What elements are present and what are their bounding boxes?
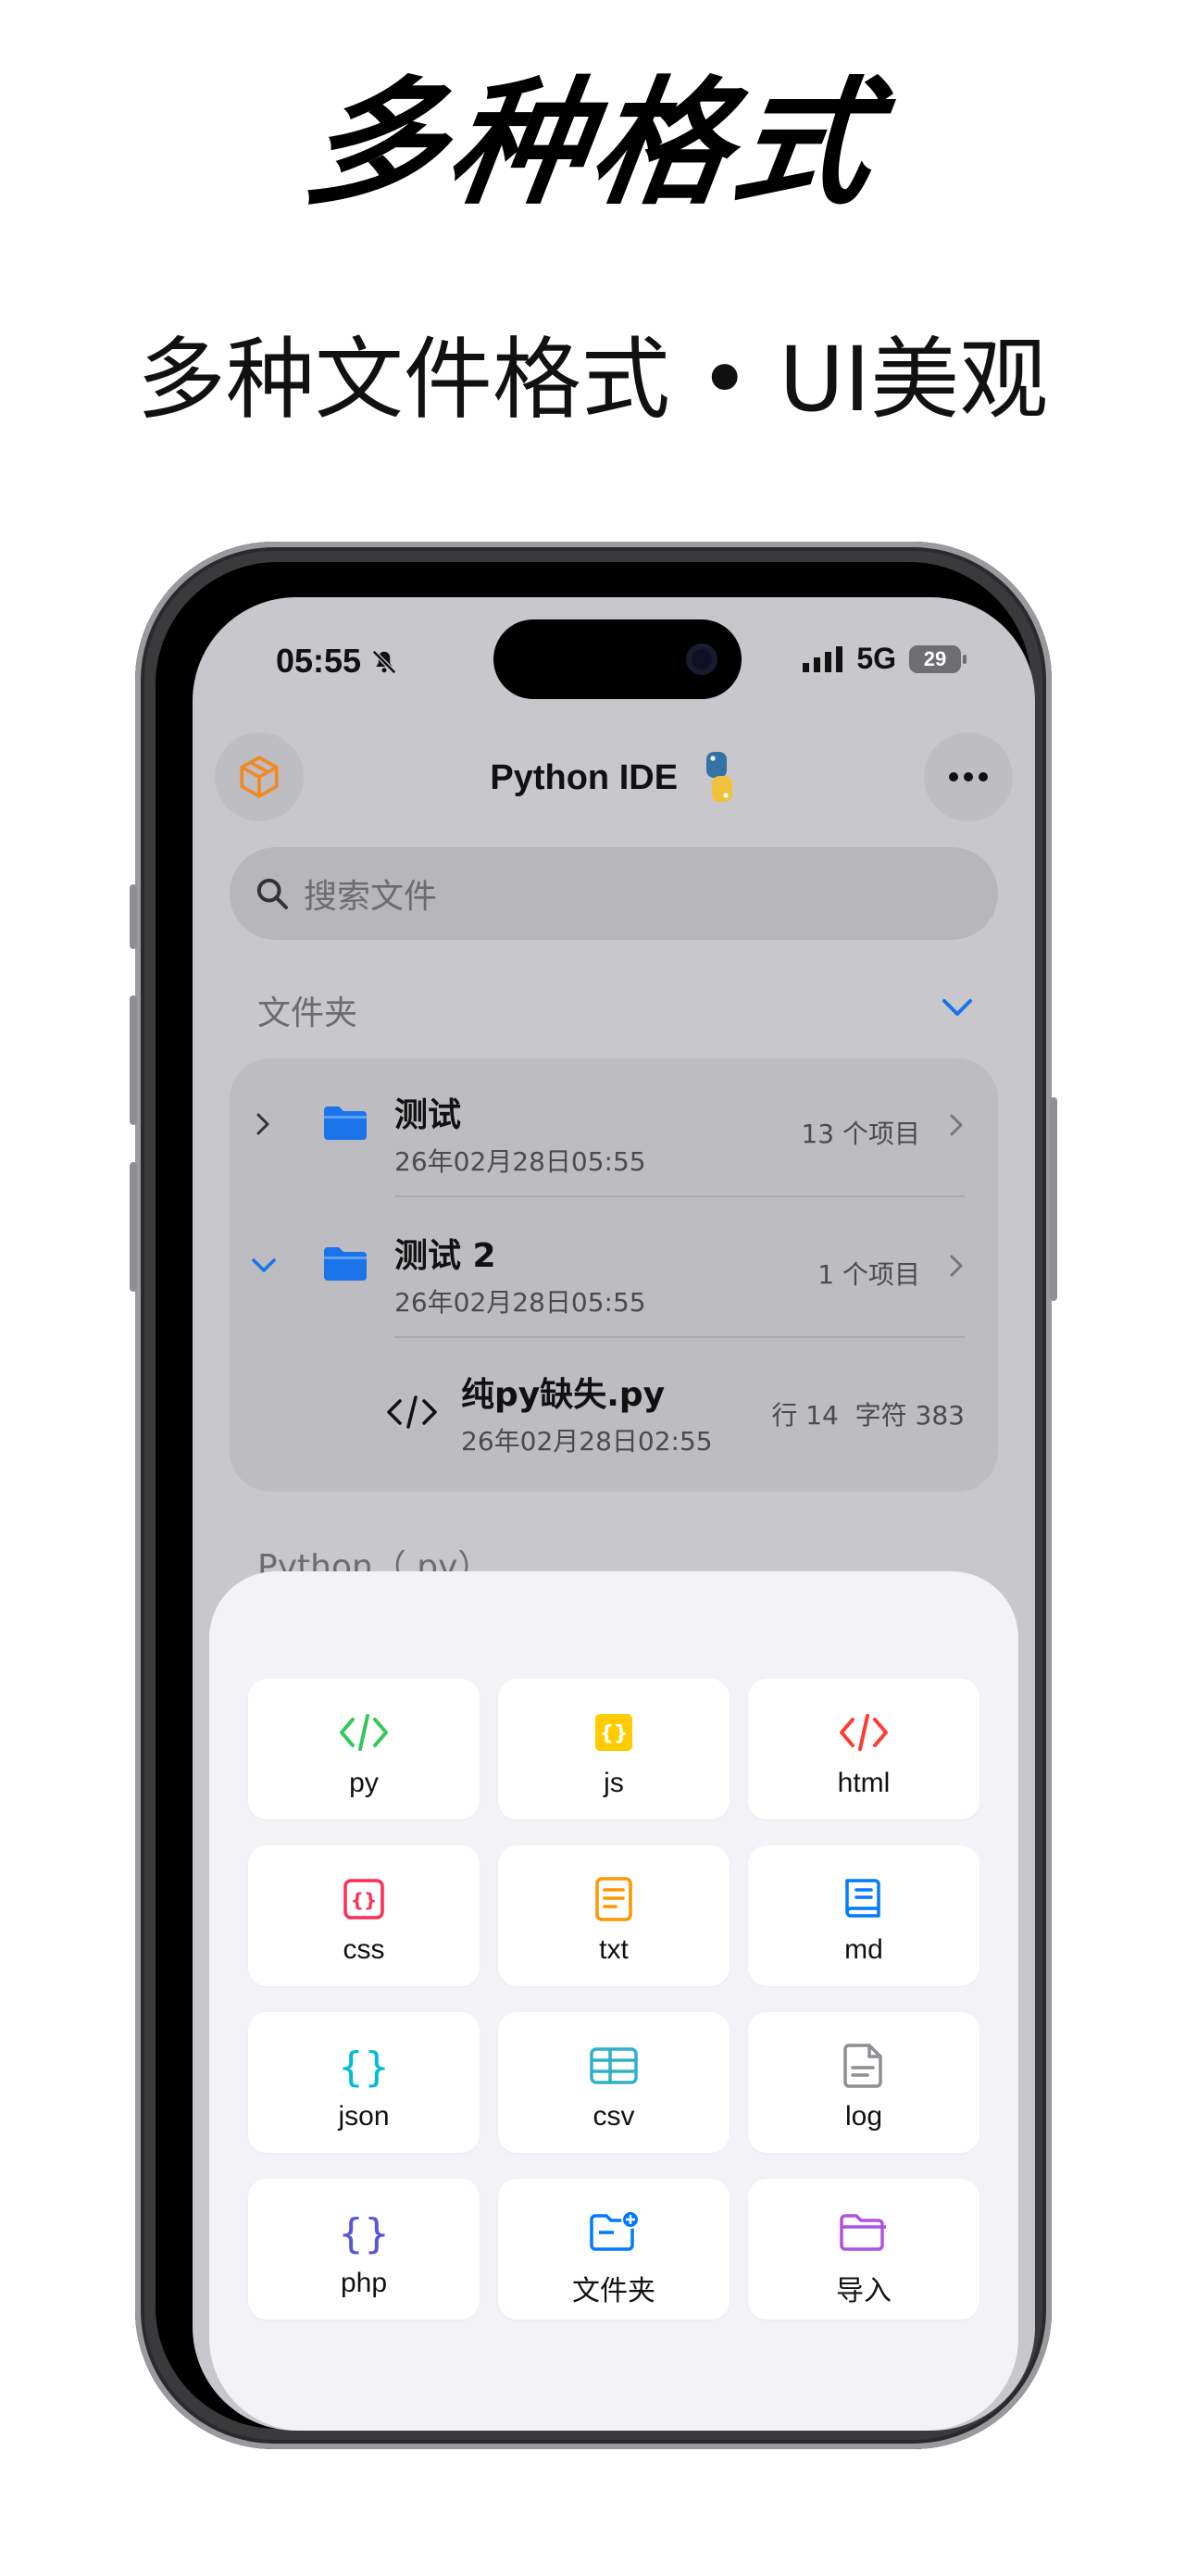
divider (394, 1336, 965, 1338)
braces-square-icon: {} (343, 1879, 384, 1919)
nav-title-group: Python IDE (193, 750, 1035, 806)
braces-icon: {} (338, 2044, 390, 2091)
tile-log[interactable]: log (748, 2012, 979, 2153)
volume-up-button (130, 995, 137, 1125)
document-icon (843, 2044, 882, 2088)
code-icon (340, 1714, 388, 1751)
file-row[interactable]: 纯py缺失.py 26年02月28日02:55 行 14 字符 383 (230, 1340, 998, 1479)
chevron-right-icon[interactable] (948, 1253, 965, 1279)
file-name: 纯py缺失.py (461, 1376, 666, 1414)
headline: 多种格式 (295, 64, 890, 223)
folder-row-test2[interactable]: 测试 2 26年02月28日05:55 1 个项目 (230, 1199, 998, 1338)
tile-css[interactable]: {} css (248, 1845, 480, 1986)
tile-label: txt (599, 1934, 629, 1965)
bell-slash-icon (372, 649, 397, 675)
tile-label: php (340, 2268, 388, 2298)
status-time: 05:55 (276, 642, 398, 681)
folder-icon (324, 1247, 367, 1281)
chevron-right-icon[interactable] (254, 1110, 272, 1138)
chevron-down-icon[interactable] (250, 1257, 278, 1275)
svg-text:{}: {} (338, 2044, 390, 2091)
tile-label: html (837, 1768, 891, 1798)
tile-new-folder[interactable]: 文件夹 (498, 2179, 730, 2320)
folder-add-icon (590, 2210, 640, 2251)
search-input[interactable]: 搜索文件 (304, 869, 437, 918)
ellipsis-icon (949, 772, 988, 782)
nav-title: Python IDE (490, 758, 679, 797)
folder-item-count: 13 个项目 (801, 1119, 920, 1149)
search-icon (256, 878, 288, 909)
python-logo-icon (705, 752, 732, 802)
svg-text:{}: {} (599, 1722, 628, 1745)
tile-label: json (338, 2101, 390, 2132)
chevron-down-icon[interactable] (939, 994, 976, 1019)
folder-date: 26年02月28日05:55 (394, 1287, 646, 1318)
tile-csv[interactable]: csv (498, 2012, 730, 2153)
folder-row-test[interactable]: 测试 26年02月28日05:55 13 个项目 (230, 1058, 998, 1197)
braces-badge-icon: {} (595, 1714, 632, 1751)
tile-js[interactable]: {} js (498, 1679, 730, 1819)
tile-txt[interactable]: txt (498, 1845, 730, 1986)
more-button[interactable] (924, 732, 1013, 821)
tile-label: js (604, 1768, 624, 1798)
folder-icon (324, 1107, 367, 1140)
tile-label: py (349, 1768, 379, 1798)
tile-label: log (844, 2101, 883, 2132)
folder-item-count: 1 个项目 (817, 1259, 920, 1290)
camera-icon (686, 644, 717, 675)
tile-import[interactable]: 导入 (748, 2179, 979, 2320)
svg-text:{}: {} (338, 2210, 390, 2257)
search-bar[interactable]: 搜索文件 (230, 847, 998, 940)
subheadline: 多种文件格式 • UI美观 (136, 328, 1049, 431)
divider (394, 1195, 965, 1197)
tile-html[interactable]: html (748, 1679, 979, 1819)
tile-label: md (844, 1934, 883, 1965)
status-time-text: 05:55 (276, 642, 362, 680)
network-label: 5G (856, 642, 896, 675)
folder-list: 测试 26年02月28日05:55 13 个项目 测试 2 26年02月28日0… (230, 1058, 998, 1492)
folder-name: 测试 2 (394, 1237, 496, 1275)
action-button (130, 884, 137, 949)
code-icon (840, 1714, 888, 1751)
app-screen: 05:55 5G 29 Python IDE 搜索文件 文件夹 测试 26年02… (193, 597, 1035, 2431)
folder-date: 26年02月28日05:55 (394, 1146, 646, 1177)
tile-php[interactable]: {} php (248, 2179, 480, 2320)
dynamic-island (493, 619, 742, 699)
file-date: 26年02月28日02:55 (461, 1426, 713, 1457)
tile-label: 文件夹 (572, 2276, 655, 2307)
folder-name: 测试 (394, 1096, 462, 1134)
tile-label: 导入 (836, 2276, 892, 2307)
phone-bezel: 05:55 5G 29 Python IDE 搜索文件 文件夹 测试 26年02… (156, 562, 1035, 2431)
chevron-right-icon[interactable] (948, 1112, 965, 1138)
battery-icon: 29 (909, 644, 967, 673)
svg-text:{}: {} (351, 1889, 377, 1911)
status-indicators: 5G 29 (803, 642, 967, 676)
signal-icon (803, 645, 843, 672)
tile-md[interactable]: md (748, 1845, 979, 1986)
folder-icon (840, 2214, 886, 2251)
tile-label: csv (592, 2101, 635, 2132)
document-text-icon (595, 1877, 632, 1921)
nav-bar: Python IDE (193, 727, 1035, 829)
braces-icon: {} (338, 2210, 390, 2257)
code-icon (387, 1395, 437, 1429)
new-file-sheet: py {} js html {} css txt md {} json csv … (209, 1571, 1018, 2431)
table-icon (590, 2047, 638, 2084)
file-stats: 行 14 字符 383 (771, 1400, 965, 1431)
book-icon (845, 1879, 880, 1918)
tile-json[interactable]: {} json (248, 2012, 480, 2153)
phone-frame: 05:55 5G 29 Python IDE 搜索文件 文件夹 测试 26年02… (130, 542, 1057, 2449)
tile-label: css (343, 1934, 385, 1965)
section-folders-title: 文件夹 (257, 994, 358, 1032)
tile-py[interactable]: py (248, 1679, 480, 1819)
volume-down-button (130, 1162, 137, 1292)
power-button (1050, 1097, 1057, 1301)
